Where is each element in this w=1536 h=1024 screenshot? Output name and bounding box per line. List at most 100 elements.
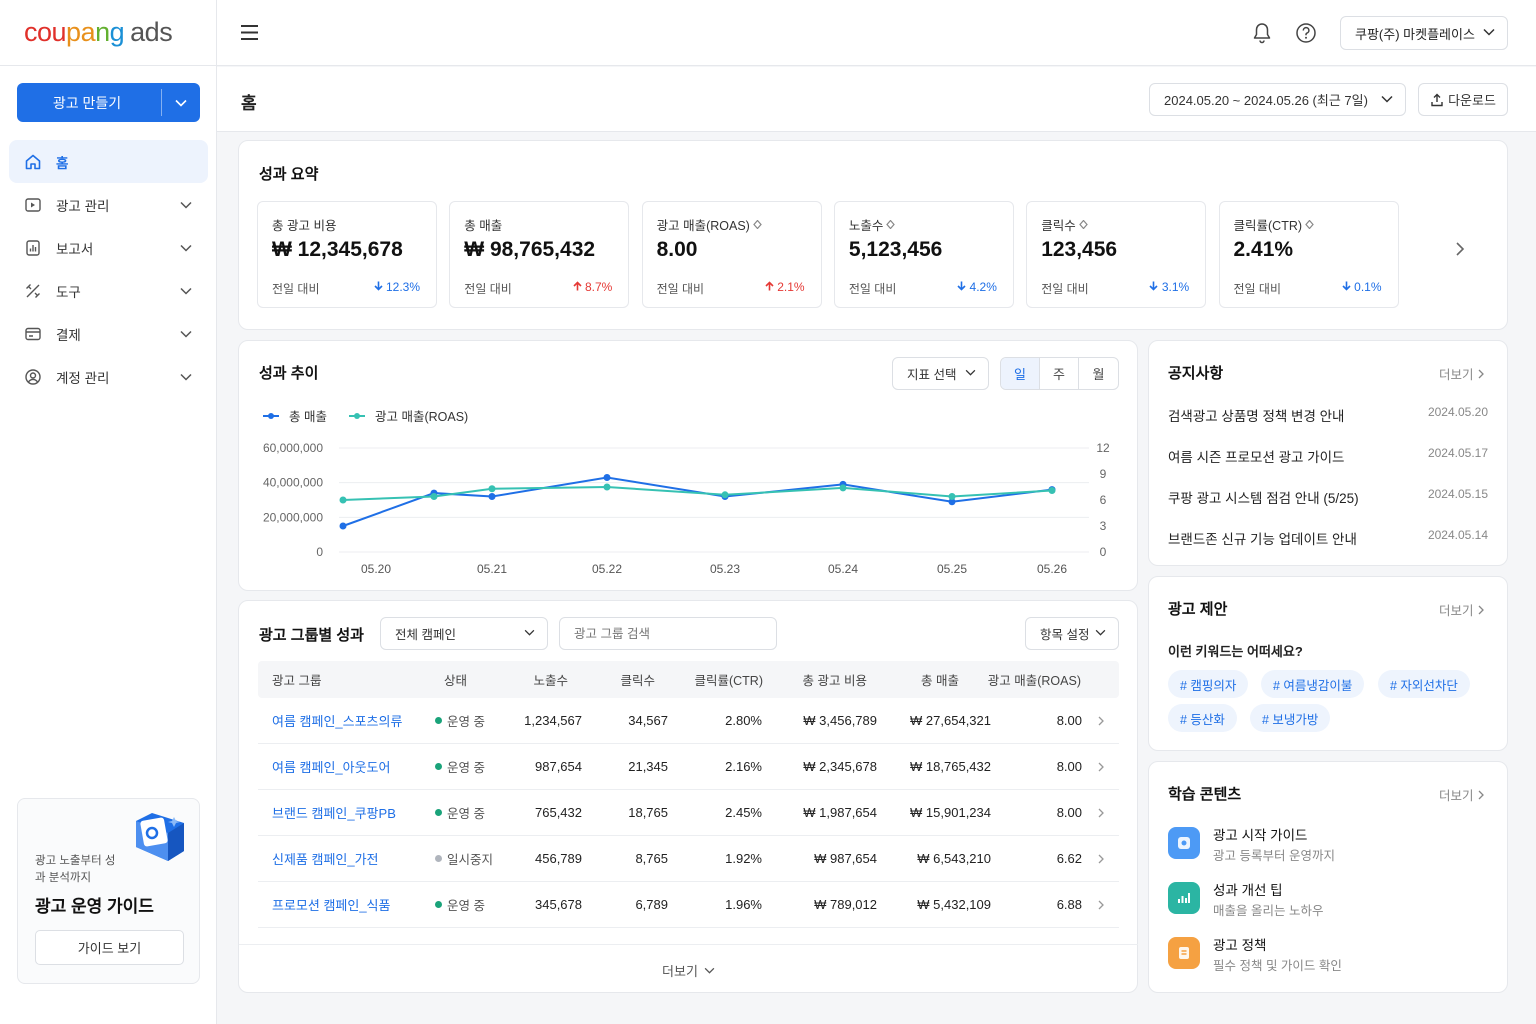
column-settings[interactable]: 항목 설정 [1025,617,1119,650]
legend-item-sales[interactable]: 총 매출 [263,406,327,425]
kpi-next-button[interactable] [1455,241,1465,260]
learning-item-start-guide[interactable]: 광고 시작 가이드 광고 등록부터 운영까지 [1168,824,1488,866]
kpi-card[interactable]: 클릭수 123,456 전일 대비 3.1% [1026,201,1207,308]
campaign-filter[interactable]: 전체 캠페인 [380,617,548,650]
kpi-card[interactable]: 노출수 5,123,456 전일 대비 4.2% [833,201,1014,308]
row-detail-button[interactable] [1082,900,1119,910]
ad-group-name-link[interactable]: 브랜드 캠페인_쿠팡PB [258,803,418,822]
arrow-up-icon [573,281,582,291]
guide-card: 광고 노출부터 성과 분석까지 광고 운영 가이드 가이드 보기 [17,798,200,984]
ad-group-search-input[interactable] [559,617,777,650]
table-row[interactable]: 브랜드 캠페인_쿠팡PB 운영 중 765,432 18,765 2.45% ₩ 1,98… [258,790,1119,836]
table-row[interactable]: 여름 캠페인_아웃도어 운영 중 987,654 21,345 2.16% ₩ 2,345… [258,744,1119,790]
sort-diamond-icon[interactable] [753,220,762,229]
kpi-compare-label: 전일 대비 [848,282,897,296]
coupang-ads-logo[interactable]: cou pa n g ads [0,0,216,66]
sidebar-item-ad-management[interactable]: 광고 관리 [9,183,208,226]
table-more-button[interactable]: 더보기 [239,944,1138,996]
sidebar-item-home[interactable]: 홈 [9,140,208,183]
status-badge: 운영 중 [418,711,513,730]
kpi-value: ₩ 12,345,678 [272,238,403,261]
download-icon [1431,93,1443,106]
sort-diamond-icon[interactable] [886,220,896,229]
ad-group-name-link[interactable]: 여름 캠페인_아웃도어 [258,757,418,776]
row-detail-button[interactable] [1082,716,1119,726]
kpi-change: 0.1% [1342,280,1382,294]
sidebar-item-payment[interactable]: 결제 [9,312,208,355]
kpi-label: 클릭수 [1041,215,1088,234]
status-dot [435,855,442,862]
menu-icon[interactable] [240,24,259,44]
ad-group-name-link[interactable]: 여름 캠페인_스포츠의류 [258,711,418,730]
suggest-more-link[interactable]: 더보기 [1439,600,1484,619]
kpi-card[interactable]: 광고 매출(ROAS) 8.00 전일 대비 2.1% [641,201,822,308]
help-icon[interactable] [1295,22,1317,47]
chevron-right-icon [1478,605,1484,614]
sidebar-nav: 홈 광고 관리 보고서 도구 결제 계정 관리 [9,140,208,398]
kpi-card[interactable]: 총 광고 비용 ₩ 12,345,678 전일 대비 12.3% [257,201,437,308]
metric-select[interactable]: 지표 선택 [892,357,989,390]
create-ad-dropdown[interactable] [162,83,200,122]
notice-more-link[interactable]: 더보기 [1439,364,1484,383]
legend-item-roas[interactable]: 광고 매출(ROAS) [348,406,468,425]
account-selector[interactable]: 쿠팡(주) 마켓플레이스 [1340,16,1508,50]
status-dot [435,901,442,908]
period-week[interactable]: 주 [1040,358,1079,389]
table-row[interactable]: 여름 캠페인_스포츠의류 운영 중 1,234,567 34,567 2.80% ₩ 3,… [258,698,1119,744]
row-detail-button[interactable] [1082,808,1119,818]
table-row[interactable]: 프로모션 캠페인_식품 운영 중 345,678 6,789 1.96% ₩ 789,01… [258,882,1119,928]
series-line [342,476,1053,527]
notice-item[interactable]: 브랜드존 신규 기능 업데이트 안내 2024.05.14 [1168,528,1488,548]
notice-item[interactable]: 쿠팡 광고 시스템 점검 안내 (5/25) 2024.05.15 [1168,487,1488,507]
y-right-tick-label: 3 [1100,519,1107,533]
ad-icon [24,196,42,214]
keyword-tag[interactable]: # 보냉가방 [1250,704,1331,732]
learning-more-link[interactable]: 더보기 [1439,785,1484,804]
sort-diamond-icon[interactable] [1078,220,1088,229]
kpi-change: 12.3% [374,280,420,294]
payment-icon [24,325,42,343]
sort-diamond-icon[interactable] [1305,220,1314,229]
chevron-down-icon [1381,95,1393,103]
row-detail-button[interactable] [1082,762,1119,772]
create-ad-label: 광고 만들기 [52,94,122,111]
keyword-tag[interactable]: # 여름냉감이불 [1261,670,1365,698]
chevron-down-icon [965,369,976,376]
sidebar-item-report[interactable]: 보고서 [9,226,208,269]
keyword-tag[interactable]: # 등산화 [1168,704,1237,732]
period-month[interactable]: 월 [1079,358,1118,389]
legend-marker-roas [348,412,365,419]
learning-item-policy[interactable]: 광고 정책 필수 정책 및 가이드 확인 [1168,934,1488,976]
bell-icon[interactable] [1252,22,1272,47]
status-badge: 운영 중 [418,803,513,822]
status-badge: 일시중지 [418,849,513,868]
sidebar: cou pa n g ads 광고 만들기 홈 광고 관리 보고서 도구 결제 … [0,0,217,1024]
sidebar-item-tools[interactable]: 도구 [9,269,208,312]
view-guide-button[interactable]: 가이드 보기 [35,930,184,965]
kpi-card[interactable]: 총 매출 ₩ 98,765,432 전일 대비 8.7% [449,201,630,308]
download-button[interactable]: 다운로드 [1418,83,1508,116]
learning-item-tips[interactable]: 성과 개선 팁 매출을 올리는 노하우 [1168,879,1488,921]
row-detail-button[interactable] [1082,854,1119,864]
table-row[interactable]: 신제품 캠페인_가전 일시중지 456,789 8,765 1.92% ₩ 987,654… [258,836,1119,882]
create-ad-button[interactable]: 광고 만들기 [17,83,200,122]
status-dot [435,763,442,770]
ad-group-name-link[interactable]: 신제품 캠페인_가전 [258,849,418,868]
chevron-right-icon [1098,900,1104,909]
ad-group-name-link[interactable]: 프로모션 캠페인_식품 [258,895,418,914]
trend-card: 성과 추이 지표 선택 일 주 월 총 매출 광고 매출(ROAS) 0 20,0… [238,340,1138,591]
kpi-change: 3.1% [1149,280,1189,294]
date-range-picker[interactable]: 2024.05.20 ~ 2024.05.26 (최근 7일) [1149,83,1406,116]
kpi-label: 총 매출 [464,219,503,233]
page-title: 홈 [241,94,257,113]
kpi-change: 2.1% [765,280,805,294]
sidebar-item-account[interactable]: 계정 관리 [9,355,208,398]
keyword-tag[interactable]: # 자외선차단 [1378,670,1470,698]
chevron-right-icon [1456,242,1465,256]
kpi-card[interactable]: 클릭률(CTR) 2.41% 전일 대비 0.1% [1218,201,1399,308]
keyword-tag[interactable]: # 캠핑의자 [1168,670,1249,698]
period-day[interactable]: 일 [1001,358,1040,389]
notice-item[interactable]: 검색광고 상품명 정책 변경 안내 2024.05.20 [1168,405,1488,425]
kpi-change: 4.2% [957,280,997,294]
notice-item[interactable]: 여름 시즌 프로모션 광고 가이드 2024.05.17 [1168,446,1488,466]
